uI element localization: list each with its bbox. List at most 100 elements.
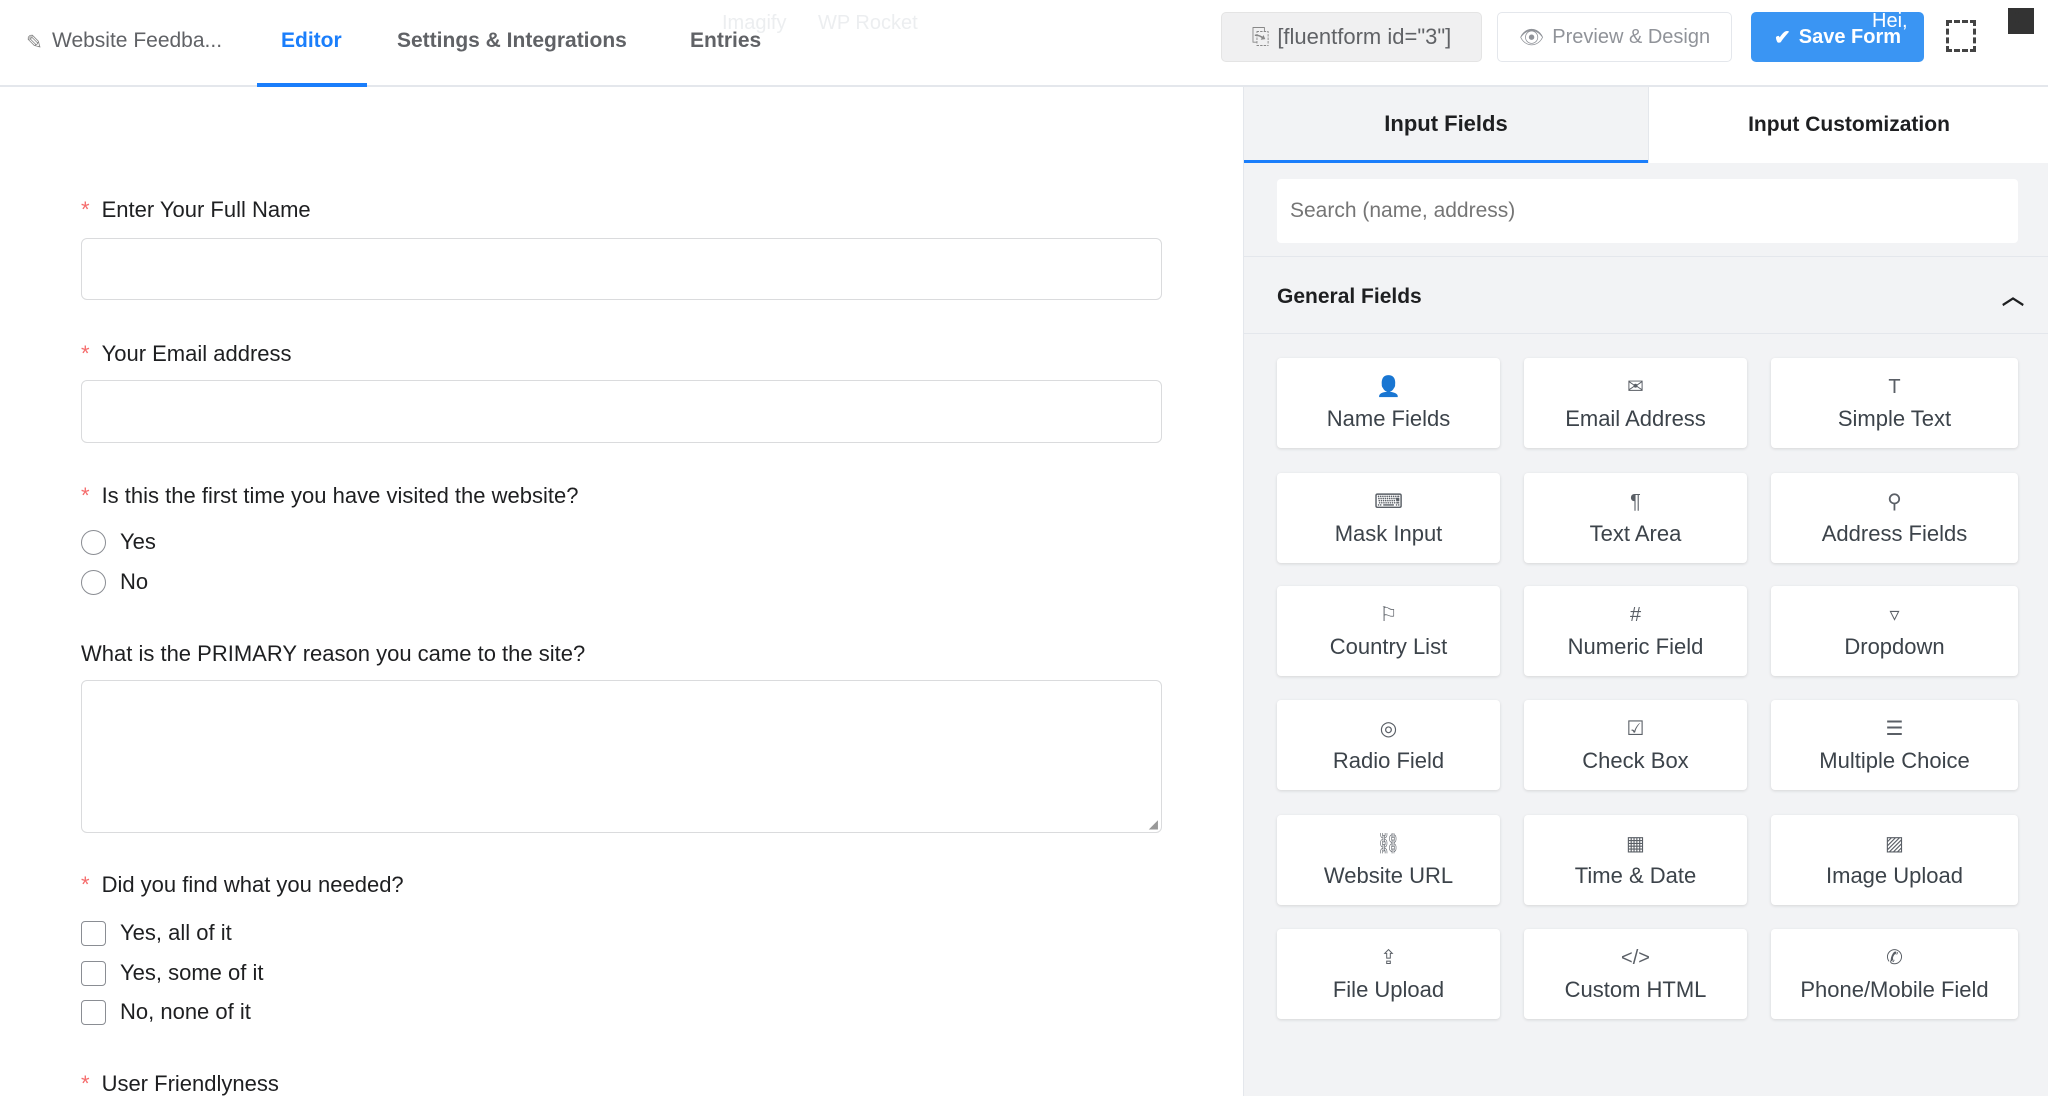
upload-icon: ⇪ [1380,947,1397,969]
field-search-input[interactable] [1277,179,2018,243]
field-card-label: Website URL [1323,863,1454,888]
radio-option-no[interactable]: No [81,569,148,595]
field-card-check-box[interactable]: ☑ Check Box [1524,700,1747,790]
fullscreen-icon[interactable] [1946,20,1976,52]
field-card-custom-html[interactable]: </> Custom HTML [1524,929,1747,1019]
field-card-label: Email Address [1565,406,1706,431]
checkbox[interactable] [81,999,106,1025]
field-card-label: Name Fields [1326,406,1451,431]
form-title[interactable]: Website Feedba... [52,29,222,53]
check-circle-icon: ✔ [1773,26,1791,49]
active-tab-indicator [257,83,367,87]
field-label-full-name: * Enter Your Full Name [81,197,311,222]
field-label-found-needed: * Did you find what you needed? [81,872,404,897]
tab-input-fields[interactable]: Input Fields [1244,87,1648,163]
preview-design-button[interactable]: 👁 Preview & Design [1497,12,1732,62]
list-icon: ☰ [1885,718,1904,740]
field-card-label: Address Fields [1821,521,1968,546]
field-card-label: Custom HTML [1564,977,1707,1002]
field-card-multiple-choice[interactable]: ☰ Multiple Choice [1771,700,2018,790]
field-label-primary-reason: What is the PRIMARY reason you came to t… [81,641,586,666]
radio-icon: ◎ [1379,718,1398,740]
tab-settings[interactable]: Settings & Integrations [397,29,627,53]
full-name-input[interactable] [81,238,1162,300]
hash-icon: # [1629,604,1642,626]
field-card-country-list[interactable]: ⚐ Country List [1277,586,1500,676]
user-icon: 👤 [1376,376,1401,398]
field-card-text-area[interactable]: ¶ Text Area [1524,473,1747,563]
tab-input-customization[interactable]: Input Customization [1648,87,2048,163]
field-card-label: Numeric Field [1567,634,1704,659]
field-card-label: Image Upload [1826,863,1963,888]
field-card-numeric-field[interactable]: # Numeric Field [1524,586,1747,676]
fields-panel: Input Fields Input Customization General… [1243,87,2048,1096]
more-options-icon[interactable]: ⋮ [2004,8,2030,34]
primary-reason-textarea[interactable]: ◢ [81,680,1162,833]
field-card-file-upload[interactable]: ⇪ File Upload [1277,929,1500,1019]
checkbox-option-some[interactable]: Yes, some of it [81,960,263,986]
field-card-mask-input[interactable]: ⌨ Mask Input [1277,473,1500,563]
tab-editor[interactable]: Editor [281,29,342,53]
edit-icon: ✎ [26,32,43,54]
admin-greeting[interactable]: Hei, [1872,10,1908,33]
field-card-label: File Upload [1332,977,1445,1002]
field-card-label: Time & Date [1574,863,1697,888]
section-title: General Fields [1277,285,1422,308]
field-card-label: Phone/Mobile Field [1800,977,1989,1002]
preview-label: Preview & Design [1552,25,1711,48]
checkbox-option-all[interactable]: Yes, all of it [81,920,232,946]
field-card-website-url[interactable]: ⛓ Website URL [1277,815,1500,905]
field-card-label: Text Area [1589,521,1682,546]
checkbox-icon: ☑ [1626,718,1645,740]
phone-icon: ✆ [1886,947,1903,969]
calendar-icon: ▦ [1626,833,1645,855]
field-label-email: * Your Email address [81,341,292,366]
field-card-email-address[interactable]: ✉ Email Address [1524,358,1747,448]
text-icon: T [1888,376,1901,398]
paragraph-icon: ¶ [1630,491,1641,513]
dropdown-icon: ▿ [1889,604,1900,626]
image-icon: ▨ [1885,833,1904,855]
envelope-icon: ✉ [1627,376,1644,398]
general-fields-header[interactable]: General Fields ︿ [1244,256,2048,334]
field-card-name-fields[interactable]: 👤 Name Fields [1277,358,1500,448]
map-pin-icon: ⚲ [1887,491,1902,513]
checkbox[interactable] [81,960,106,986]
field-label-first-visit: * Is this the first time you have visited… [81,483,579,508]
field-card-label: Multiple Choice [1819,748,1970,773]
flag-icon: ⚐ [1379,604,1398,626]
field-label-user-friendlyness: * User Friendlyness [81,1071,279,1096]
field-card-label: Check Box [1582,748,1689,773]
top-bar: ✎ Website Feedba... Editor Settings & In… [0,0,2048,87]
field-card-label: Simple Text [1837,406,1952,431]
field-card-label: Dropdown [1844,634,1945,659]
admin-menu-wp-rocket[interactable]: WP Rocket [818,12,918,35]
field-card-dropdown[interactable]: ▿ Dropdown [1771,586,2018,676]
admin-menu-imagify[interactable]: Imagify [722,12,786,35]
email-input[interactable] [81,380,1162,443]
radio-option-yes[interactable]: Yes [81,529,156,555]
radio-button[interactable] [81,529,106,555]
field-card-address-fields[interactable]: ⚲ Address Fields [1771,473,2018,563]
link-icon: ⛓ [1375,833,1402,855]
checkbox[interactable] [81,920,106,946]
eye-icon: 👁 [1518,26,1545,49]
resize-handle-icon[interactable]: ◢ [1149,817,1158,831]
chevron-up-icon[interactable]: ︿ [2002,279,2024,311]
field-card-phone-mobile-field[interactable]: ✆ Phone/Mobile Field [1771,929,2018,1019]
field-card-image-upload[interactable]: ▨ Image Upload [1771,815,2018,905]
copy-icon: ⎘ [1251,24,1270,49]
field-card-time-date[interactable]: ▦ Time & Date [1524,815,1747,905]
field-card-label: Country List [1329,634,1448,659]
field-card-label: Radio Field [1332,748,1445,773]
field-card-simple-text[interactable]: T Simple Text [1771,358,2018,448]
keyboard-icon: ⌨ [1374,491,1403,513]
shortcode-text: [fluentform id="3"] [1277,24,1452,49]
form-canvas: * Enter Your Full Name * Your Email addres… [0,89,1243,1096]
code-icon: </> [1621,947,1650,969]
checkbox-option-none[interactable]: No, none of it [81,999,251,1025]
shortcode-copy-button[interactable]: ⎘ [fluentform id="3"] [1221,12,1482,62]
field-card-label: Mask Input [1334,521,1443,546]
radio-button[interactable] [81,569,106,595]
field-card-radio-field[interactable]: ◎ Radio Field [1277,700,1500,790]
